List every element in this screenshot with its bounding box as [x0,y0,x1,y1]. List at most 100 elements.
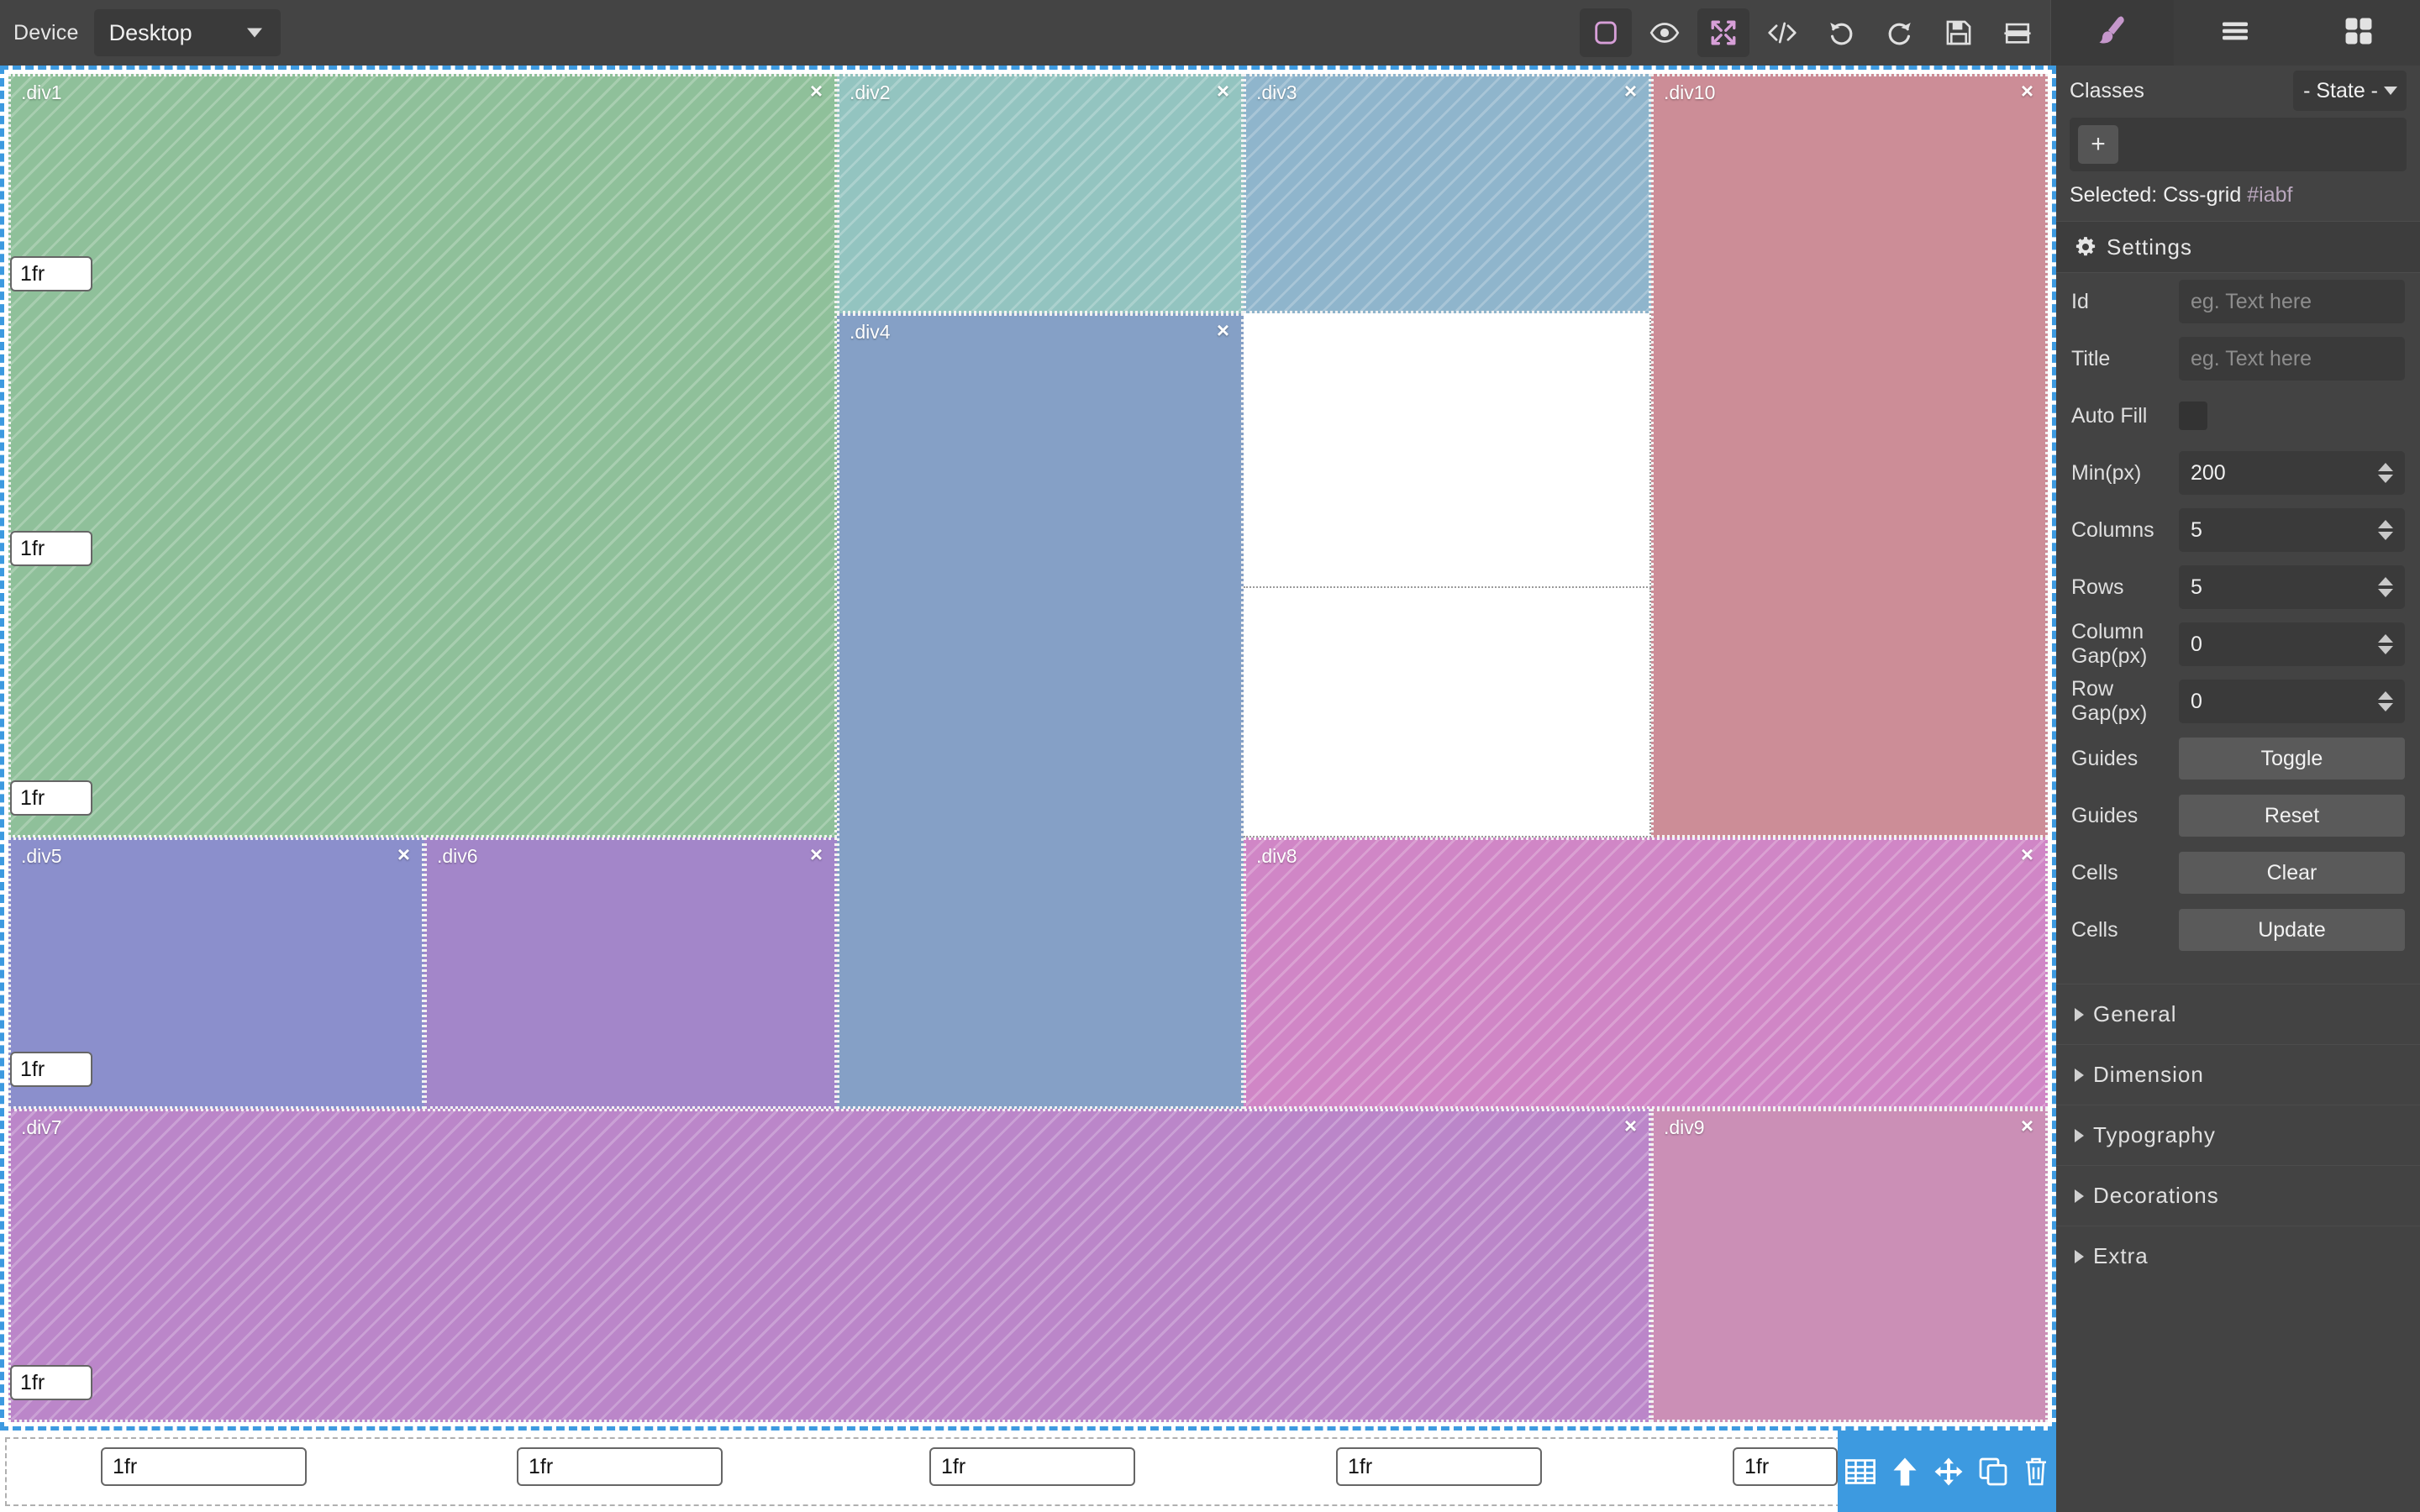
close-icon[interactable]: × [810,80,823,102]
grid-item-label: .div7 [21,1116,62,1138]
grid-item-div2[interactable]: .div2 × [837,74,1244,313]
accordion-extra[interactable]: Extra [2056,1226,2420,1286]
toolbar-icon-group [1580,0,2050,66]
rounded-rect-icon-button[interactable] [1580,8,1632,57]
close-icon[interactable]: × [810,843,823,865]
close-icon[interactable]: × [2021,1115,2033,1137]
redo-icon-button[interactable] [1874,8,1926,57]
table-icon[interactable] [1844,1457,1876,1486]
column-size-input[interactable] [1336,1447,1542,1486]
stepper-arrows-icon[interactable] [2378,520,2393,540]
grid-item-div3[interactable]: .div3 × [1244,74,1651,313]
chevron-right-icon [2075,1189,2084,1203]
stepper-arrows-icon[interactable] [2378,634,2393,654]
grid-item-div1[interactable]: .div1 × [8,74,837,837]
code-icon-button[interactable] [1756,8,1808,57]
brush-icon [2095,13,2130,53]
grid-item-div9[interactable]: .div9 × [1651,1109,2048,1422]
tab-style[interactable] [2051,0,2175,66]
close-icon[interactable]: × [397,843,410,865]
reset-button[interactable]: Reset [2179,795,2405,837]
columns-input[interactable] [2179,508,2405,552]
selected-name: Css-grid [2163,183,2242,207]
column-size-input[interactable] [929,1447,1135,1486]
field-control [2179,451,2405,495]
grid-item-div4[interactable]: .div4 × [837,313,1244,1109]
add-class-button[interactable]: + [2078,125,2118,164]
column-size-strip [0,1431,2056,1512]
stepper-arrows-icon[interactable] [2378,463,2393,483]
column-size-input[interactable] [1733,1447,1838,1486]
stepper-arrows-icon[interactable] [2378,691,2393,711]
class-list-box[interactable]: + [2070,118,2407,171]
grid-item-label: .div2 [850,81,891,103]
column-size-input[interactable] [101,1447,307,1486]
clear-button[interactable]: Clear [2179,852,2405,894]
grid-item-div10[interactable]: .div10 × [1651,74,2048,837]
design-canvas[interactable]: .div1 × .div2 × .div3 × .div10 × .div4 × .div5 × .di… [0,66,2056,1512]
field-row: Id [2056,273,2420,330]
panel-tab-group [2050,0,2420,66]
field-label: Title [2071,346,2111,370]
close-icon[interactable]: × [1624,1115,1637,1137]
undo-icon-button[interactable] [1815,8,1867,57]
rows-input[interactable] [2179,565,2405,609]
field-control: Reset [2179,795,2405,837]
close-icon[interactable]: × [1624,80,1637,102]
row-size-input[interactable] [10,256,92,291]
save-icon-button[interactable] [1933,8,1985,57]
field-control: Toggle [2179,738,2405,780]
layout-icon-button[interactable] [1991,8,2044,57]
row-size-input[interactable] [10,531,92,566]
toggle-button[interactable]: Toggle [2179,738,2405,780]
auto-fill-checkbox[interactable] [2179,402,2207,430]
row-size-input[interactable] [10,1052,92,1087]
tab-menu[interactable] [2174,0,2296,66]
field-control: Clear [2179,852,2405,894]
stepper-arrows-icon[interactable] [2378,577,2393,597]
chevron-right-icon [2075,1068,2084,1082]
accordion-label: General [2093,1001,2177,1026]
preview-icon-button[interactable] [1639,8,1691,57]
resize-icon-button[interactable] [1697,8,1749,57]
grid-item-label: .div8 [1256,845,1297,867]
arrow-up-icon[interactable] [1891,1457,1919,1487]
field-control: Update [2179,909,2405,951]
trash-icon[interactable] [2023,1457,2049,1487]
settings-section-header: Settings [2056,221,2420,273]
grid-item-div8[interactable]: .div8 × [1244,837,2048,1109]
row-gap-px-input[interactable] [2179,680,2405,723]
layout-icon [2003,20,2032,45]
column-gap-px-input[interactable] [2179,622,2405,666]
id-input[interactable] [2179,280,2405,323]
accordion-general[interactable]: General [2056,984,2420,1044]
expand-icon [1709,18,1738,47]
duplicate-icon[interactable] [1978,1457,2008,1487]
grid-item-div7[interactable]: .div7 × [8,1109,1651,1422]
save-icon [1945,19,1972,46]
update-button[interactable]: Update [2179,909,2405,951]
field-row: Cells Update [2056,901,2420,958]
close-icon[interactable]: × [2021,80,2033,102]
accordion-dimension[interactable]: Dimension [2056,1044,2420,1105]
accordion-label: Dimension [2093,1062,2204,1087]
move-icon[interactable] [1933,1457,1965,1487]
close-icon[interactable]: × [1217,319,1229,341]
accordion-decorations[interactable]: Decorations [2056,1165,2420,1226]
accordion-typography[interactable]: Typography [2056,1105,2420,1165]
column-size-input[interactable] [517,1447,723,1486]
state-select[interactable]: - State - [2293,71,2407,111]
min-px-input[interactable] [2179,451,2405,495]
field-label: Auto Fill [2071,403,2148,428]
field-row: Columns [2056,501,2420,559]
title-input[interactable] [2179,337,2405,381]
row-size-input[interactable] [10,1365,92,1400]
tab-components[interactable] [2297,0,2420,66]
device-select[interactable]: Desktop [93,9,281,56]
close-icon[interactable]: × [1217,80,1229,102]
row-size-input[interactable] [10,780,92,816]
selected-prefix: Selected: [2070,183,2158,207]
close-icon[interactable]: × [2021,843,2033,865]
grid-item-label: .div10 [1664,81,1716,103]
grid-item-div6[interactable]: .div6 × [424,837,837,1109]
